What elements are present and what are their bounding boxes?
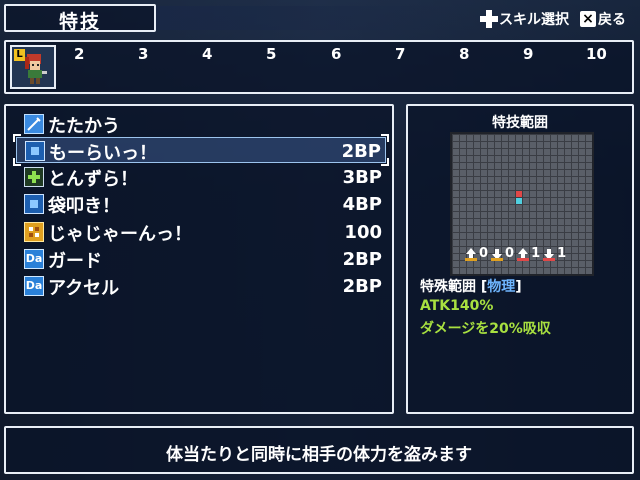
skill-name: もーらいっ！ [49,143,157,164]
skill-row[interactable]: Da アクセル 2BP [16,273,386,299]
party-slot-10[interactable]: 10 [586,45,607,63]
skill-row[interactable]: とんずら！ 3BP [16,164,386,190]
party-strip: L 2 3 4 5 6 7 8 9 10 [4,40,634,94]
skill-cost: 4BP [342,194,382,215]
skill-select-label: スキル選択 [499,12,569,28]
skill-description: 体当たりと同時に相手の体力を盗みます [166,445,472,465]
party-slot-8[interactable]: 8 [459,45,469,63]
blue-skill-icon [25,141,45,161]
skill-name: とんずら！ [48,169,138,190]
title-strip [156,6,476,30]
sword-icon [24,114,44,134]
skill-row-attack[interactable]: たたかう [16,111,386,137]
description-panel: 体当たりと同時に相手の体力を盗みます [4,426,634,474]
skill-row[interactable]: Da ガード 2BP [16,246,386,272]
cursor-corner [13,134,21,142]
skill-cost: 2BP [342,276,382,297]
skill-list-panel: たたかう もーらいっ！ 2BP とんずら！ 3BP 袋叩き！ 4BP じゃじゃー… [4,104,394,414]
skill-name: じゃじゃーんっ！ [48,224,192,245]
party-slot-9[interactable]: 9 [523,45,533,63]
enemy-count: 1 [542,246,566,261]
party-slot-5[interactable]: 5 [266,45,276,63]
title-panel: 特技 [4,4,156,33]
skill-name: ガード [48,251,102,272]
skill-cost: 100 [344,222,382,243]
skill-cost: 2BP [342,249,382,270]
attack-rate: ATK140% [420,298,494,314]
party-slot-6[interactable]: 6 [331,45,341,63]
da-icon: Da [24,249,44,269]
party-slot-7[interactable]: 7 [395,45,405,63]
range-type-label: 特殊範囲 [420,279,476,295]
leader-badge: L [14,49,25,61]
self-cell [516,198,522,204]
up-arrow-icon [465,247,477,261]
down-arrow-icon [543,248,556,261]
skill-row[interactable]: じゃじゃーんっ！ 100 [16,219,386,245]
enemy-count-row: 0 0 1 1 [464,246,566,261]
skill-name: 袋叩き！ [48,196,120,217]
enemy-count: 0 [464,246,488,261]
enemy-count: 0 [490,246,514,261]
cursor-corner [381,134,389,142]
skill-name: アクセル [48,278,120,299]
blue-skill-icon [24,194,44,214]
party-slot-4[interactable]: 4 [202,45,212,63]
skill-row[interactable]: 袋叩き！ 4BP [16,191,386,217]
range-type-line: 特殊範囲 [物理] [420,279,522,295]
da-icon: Da [24,276,44,296]
down-arrow-icon [491,248,504,261]
enemy-count: 1 [516,246,540,261]
dpad-icon [480,10,498,28]
skill-cost: 2BP [341,141,381,162]
skill-cost: 3BP [342,167,382,188]
skill-range-panel: 特技範囲 0 0 1 1 特殊範囲 [物理] ATK140% ダメージを20%吸… [406,104,634,414]
page-title: 特技 [58,11,101,33]
target-cell [516,191,522,197]
party-slot-2[interactable]: 2 [74,45,84,63]
effect-text: ダメージを20%吸収 [420,321,551,337]
party-slot-3[interactable]: 3 [138,45,148,63]
skill-name: たたかう [48,116,120,137]
attribute-label: 物理 [487,279,516,295]
back-label: 戻る [598,12,626,28]
back-button[interactable]: × 戻る [580,8,626,30]
party-slot-1[interactable]: L [10,45,56,89]
orange-skill-icon [24,222,44,242]
skill-select-hint[interactable]: スキル選択 [480,8,569,30]
up-arrow-icon [517,247,530,261]
range-title: 特技範囲 [492,115,548,131]
skill-row-selected[interactable]: もーらいっ！ 2BP [13,134,389,166]
green-cross-icon [24,167,44,187]
x-button-icon: × [580,11,596,27]
